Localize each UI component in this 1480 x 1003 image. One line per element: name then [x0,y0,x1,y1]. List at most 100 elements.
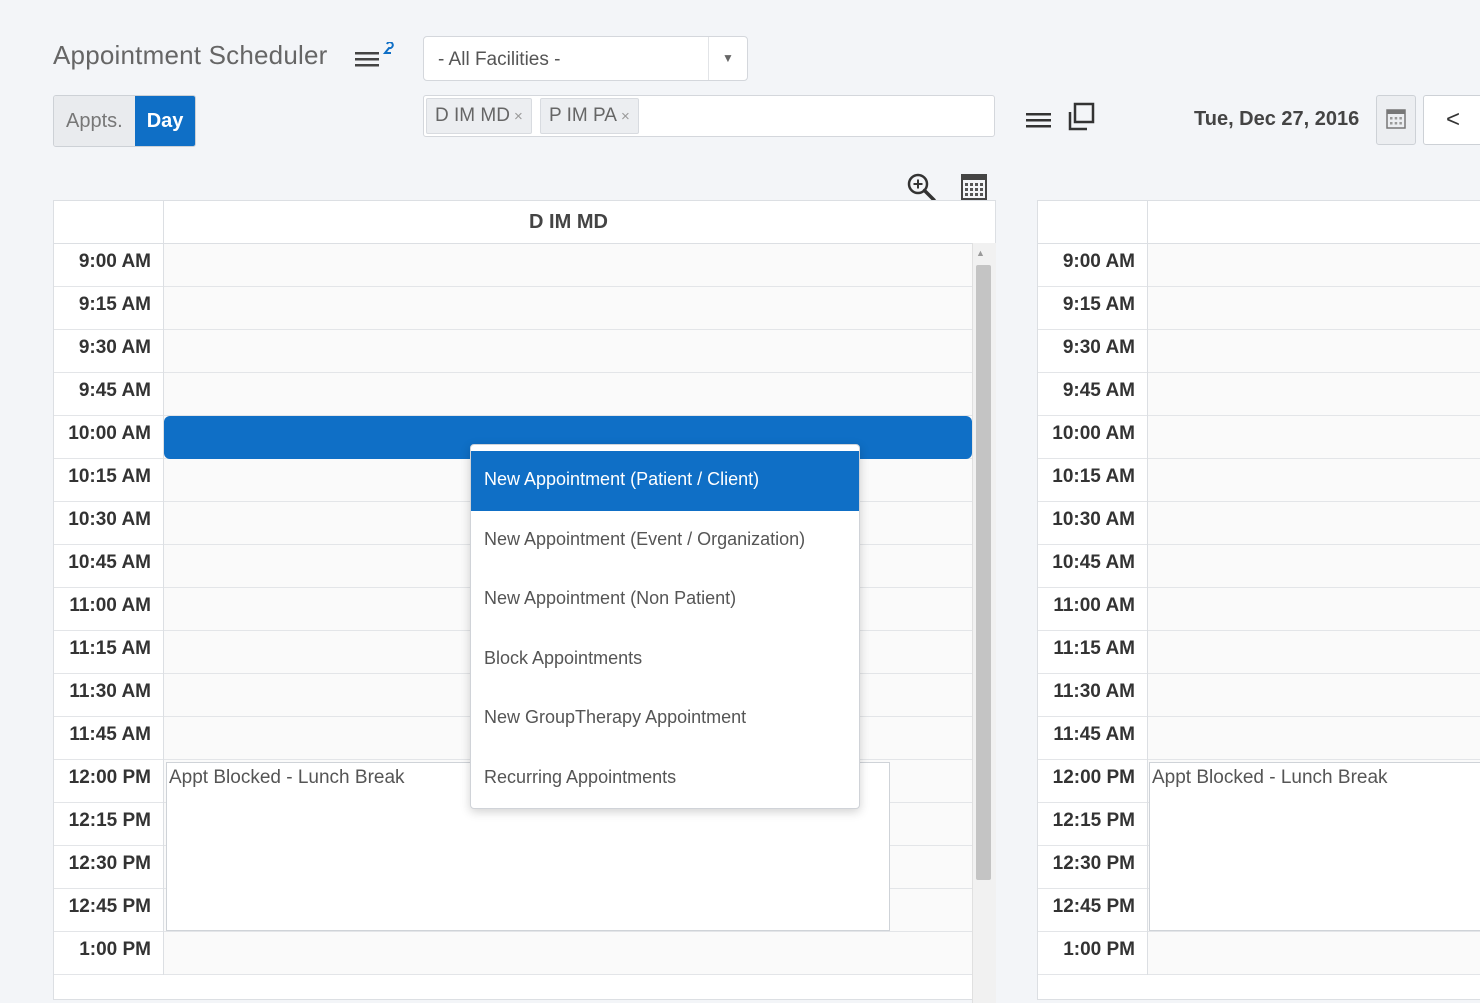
provider-chip: P IM PA × [540,98,639,134]
time-slot-cell[interactable] [1148,373,1480,415]
calendar-icon [1386,109,1406,129]
time-label: 11:00 AM [54,588,164,631]
menu-item-block-appointments[interactable]: Block Appointments [471,630,859,690]
provider-column-header [1148,201,1480,244]
day-view-button[interactable]: Day [134,96,196,146]
appts-view-button[interactable]: Appts. [54,96,135,146]
time-slot-row: 9:30 AM [54,330,973,373]
chevron-down-icon[interactable]: ▼ [708,37,747,80]
time-label: 9:30 AM [1038,330,1148,373]
time-label: 10:30 AM [54,502,164,545]
time-column-header [54,201,164,244]
time-slot-row: 1:00 PM [54,932,973,975]
time-slot-cell[interactable] [164,330,973,372]
list-view-icon[interactable] [1025,108,1053,132]
time-label: 9:45 AM [54,373,164,416]
list-menu-icon[interactable] [354,41,394,70]
menu-item-recurring-appointments[interactable]: Recurring Appointments [471,749,859,809]
time-label: 10:15 AM [54,459,164,502]
scroll-up-icon[interactable]: ▲ [976,248,985,258]
time-slot-cell[interactable] [164,287,973,329]
time-slot-row: 10:45 AM [1038,545,1480,588]
time-label: 10:00 AM [1038,416,1148,459]
time-label: 1:00 PM [1038,932,1148,975]
time-label: 11:00 AM [1038,588,1148,631]
menu-item-new-appointment-non-patient[interactable]: New Appointment (Non Patient) [471,570,859,630]
time-label: 11:45 AM [1038,717,1148,760]
time-slot-cell[interactable] [1148,588,1480,630]
time-label: 10:30 AM [1038,502,1148,545]
time-slot-cell[interactable] [1148,502,1480,544]
window-icon[interactable] [1066,102,1096,132]
time-slot-row: 9:30 AM [1038,330,1480,373]
time-slot-cell[interactable] [1148,416,1480,458]
time-label: 9:00 AM [54,244,164,287]
menu-item-group-therapy[interactable]: New GroupTherapy Appointment [471,689,859,749]
time-slot-cell[interactable] [1148,244,1480,286]
menu-item-new-appointment-patient[interactable]: New Appointment (Patient / Client) [471,451,859,511]
time-slot-cell[interactable] [1148,932,1480,974]
blocked-appointment-label: Appt Blocked - Lunch Break [1152,767,1388,788]
remove-icon[interactable]: × [514,108,523,125]
time-slot-cell[interactable] [1148,545,1480,587]
chevron-left-icon: < [1445,106,1460,133]
blocked-appointment[interactable]: Appt Blocked - Lunch Break [1149,762,1480,931]
blocked-appointment-label: Appt Blocked - Lunch Break [169,767,405,788]
time-slot-cell[interactable] [1148,287,1480,329]
provider-multiselect[interactable]: D IM MD × P IM PA × [423,95,995,137]
current-date: Tue, Dec 27, 2016 [1194,108,1360,130]
time-label: 9:15 AM [54,287,164,330]
time-label: 12:00 PM [1038,760,1148,803]
time-label: 12:30 PM [54,846,164,889]
time-label: 12:45 PM [1038,889,1148,932]
time-slot-cell[interactable] [164,932,973,974]
time-label: 10:45 AM [1038,545,1148,588]
time-label: 9:15 AM [1038,287,1148,330]
zoom-in-icon[interactable] [905,171,937,203]
time-slot-row: 9:15 AM [54,287,973,330]
time-slot-row: 11:15 AM [1038,631,1480,674]
provider-column-header: D IM MD [529,211,608,233]
schedule-header [1038,201,1480,244]
previous-day-button[interactable]: < [1423,95,1480,145]
time-label: 12:45 PM [54,889,164,932]
time-slot-cell[interactable] [1148,631,1480,673]
facility-select-value: - All Facilities - [438,49,561,70]
calendar-grid-icon[interactable] [960,172,988,200]
time-slot-cell[interactable] [164,244,973,286]
time-label: 12:15 PM [1038,803,1148,846]
time-slot-row: 11:00 AM [1038,588,1480,631]
calendar-button[interactable] [1376,95,1416,145]
time-slot-cell[interactable] [1148,459,1480,501]
time-slot-cell[interactable] [1148,717,1480,759]
time-slot-row: 9:15 AM [1038,287,1480,330]
schedule-header: D IM MD [54,201,973,244]
time-slot-cell[interactable] [1148,330,1480,372]
time-label: 9:45 AM [1038,373,1148,416]
time-label: 10:15 AM [1038,459,1148,502]
page-title: Appointment Scheduler [53,40,328,70]
view-toggle: Appts. Day [53,95,197,147]
time-slot-row: 9:45 AM [1038,373,1480,416]
time-slot-cell[interactable] [164,373,973,415]
remove-icon[interactable]: × [621,108,630,125]
new-appointment-menu: New Appointment (Patient / Client) New A… [470,444,860,809]
time-slot-row: 10:15 AM [1038,459,1480,502]
time-label: 11:30 AM [1038,674,1148,717]
time-label: 12:30 PM [1038,846,1148,889]
time-label: 10:45 AM [54,545,164,588]
scrollbar-thumb[interactable] [976,265,991,880]
provider-chip-label: D IM MD [435,105,510,126]
time-slot-row: 9:00 AM [1038,244,1480,287]
time-slot-cell[interactable] [1148,674,1480,716]
time-label: 11:45 AM [54,717,164,760]
time-label: 12:00 PM [54,760,164,803]
time-label: 12:15 PM [54,803,164,846]
menu-item-new-appointment-event[interactable]: New Appointment (Event / Organization) [471,511,859,571]
time-slot-row: 9:45 AM [54,373,973,416]
time-label: 9:30 AM [54,330,164,373]
time-slot-row: 9:00 AM [54,244,973,287]
time-label: 1:00 PM [54,932,164,975]
time-slot-row: 10:00 AM [1038,416,1480,459]
facility-select[interactable]: - All Facilities - ▼ [423,36,748,81]
